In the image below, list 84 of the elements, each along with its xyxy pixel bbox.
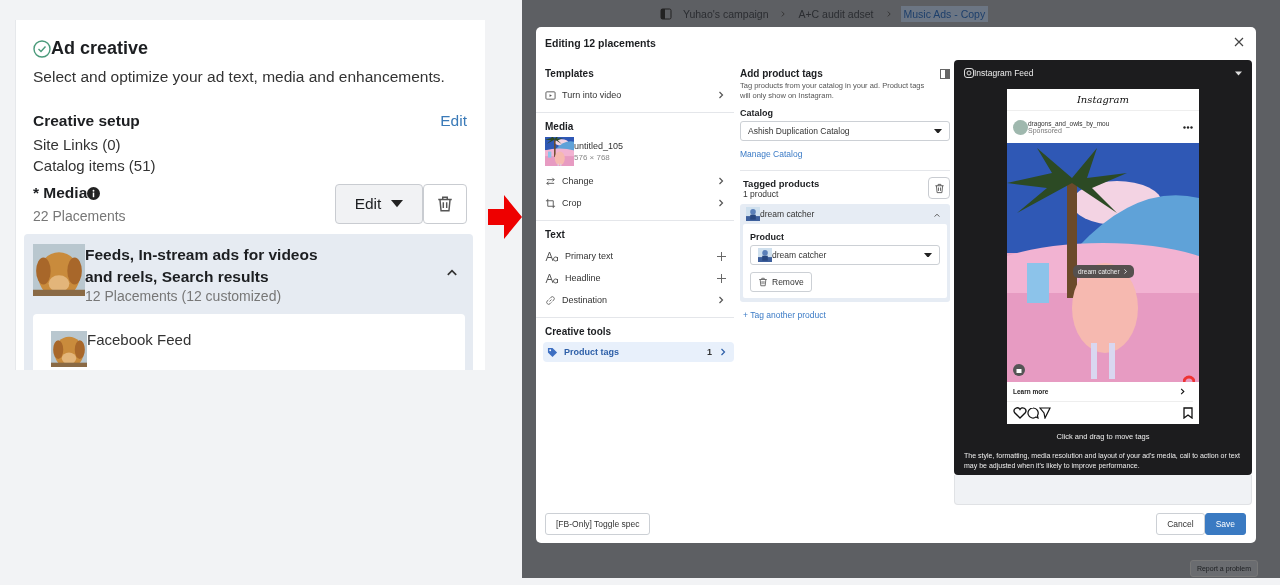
- text-format-icon: [545, 272, 559, 284]
- setup-item: Catalog items (51): [33, 157, 157, 174]
- section-title: Templates: [545, 68, 595, 79]
- group-subtitle: 12 Placements (12 customized): [85, 288, 283, 304]
- menu-item[interactable]: Change: [545, 170, 734, 192]
- section-title: Add product tags: [740, 68, 823, 79]
- manage-catalog-link[interactable]: Manage Catalog: [740, 149, 803, 159]
- file-size: 576 × 768: [574, 153, 611, 162]
- check-circle-icon: [33, 39, 51, 58]
- edit-link[interactable]: Edit: [440, 112, 467, 130]
- chevron-right-icon: [718, 347, 728, 357]
- plus-icon: [717, 273, 726, 283]
- chevron-right-icon: [1178, 387, 1187, 396]
- field-label: Catalog: [740, 108, 774, 118]
- app-logo: Instagram: [1007, 89, 1199, 111]
- crop-icon: [545, 197, 556, 209]
- section-title: Media: [545, 121, 575, 132]
- tag-icon: [547, 346, 558, 358]
- toggle-spec-button[interactable]: [FB-Only] Toggle spec: [545, 513, 651, 535]
- menu-item[interactable]: Crop: [545, 192, 734, 214]
- plus-icon: [717, 251, 726, 261]
- menu-item[interactable]: Headline: [545, 267, 734, 289]
- section-title: Creative tools: [545, 326, 613, 337]
- remove-button[interactable]: Remove: [750, 272, 812, 292]
- card-description: Select and optimize your ad text, media and enhancements.: [33, 68, 446, 86]
- camera-icon: [964, 68, 974, 78]
- info-icon: [87, 186, 101, 200]
- file-name: untitled_105: [574, 141, 624, 151]
- chevron-right-icon: [716, 295, 726, 305]
- more-icon: [1183, 125, 1193, 129]
- group-title: Feeds, In-stream ads for videos and reels, Search results: [85, 245, 319, 287]
- trash-icon: [758, 277, 768, 287]
- comment-icon[interactable]: [1027, 407, 1039, 419]
- caret-down-icon: [924, 252, 932, 258]
- trash-icon: [933, 182, 945, 194]
- modal-title: Editing 12 placements: [545, 37, 656, 49]
- heart-icon[interactable]: [1013, 407, 1027, 419]
- section-title: Tagged products: [743, 177, 820, 189]
- card-title: Ad creative: [51, 38, 149, 59]
- caret-down-icon: [391, 200, 404, 208]
- tag-another-link[interactable]: + Tag another product: [743, 310, 826, 320]
- menu-item[interactable]: Product tags 1: [543, 342, 734, 362]
- chevron-right-icon: [716, 176, 726, 186]
- send-icon[interactable]: [1039, 407, 1051, 419]
- menu-item[interactable]: Destination: [545, 289, 734, 311]
- bookmark-icon[interactable]: [1183, 407, 1193, 419]
- product-count: 1 product: [743, 188, 779, 199]
- delete-button[interactable]: [423, 184, 467, 224]
- chevron-right-icon: [716, 198, 726, 208]
- caret-down-icon: [1235, 70, 1242, 76]
- arrow-icon: [488, 195, 522, 239]
- text-format-icon: [545, 250, 559, 262]
- catalog-select[interactable]: Ashish Duplication Catalog: [740, 121, 950, 141]
- section-title: Text: [545, 229, 566, 240]
- product-select[interactable]: dream catcher: [750, 245, 940, 265]
- sidebar-toggle-icon: [660, 7, 672, 20]
- section-title: Creative setup: [33, 112, 140, 130]
- edit-button[interactable]: Edit: [335, 184, 423, 224]
- swap-icon: [545, 175, 556, 187]
- panel-icon: [940, 68, 950, 79]
- menu-item[interactable]: Turn into video: [545, 84, 734, 106]
- caret-down-icon: [934, 128, 942, 134]
- placements-count: 22 Placements: [33, 208, 126, 224]
- placement-select[interactable]: Instagram Feed: [974, 68, 1034, 78]
- product-name: dream catcher: [760, 209, 816, 219]
- field-label: Product: [750, 232, 785, 242]
- cancel-button[interactable]: Cancel: [1156, 513, 1205, 535]
- delete-button[interactable]: [928, 177, 950, 199]
- chevron-up-icon: [933, 211, 941, 219]
- avatar-icon: [1013, 119, 1028, 135]
- link-icon: [545, 294, 556, 306]
- chevron-right-icon: [1121, 268, 1129, 275]
- video-icon: [545, 89, 556, 101]
- color-ring-icon: [1183, 374, 1195, 382]
- save-button[interactable]: Save: [1204, 513, 1246, 535]
- placement-name: Facebook Feed: [87, 331, 192, 348]
- menu-item[interactable]: Primary text: [545, 245, 734, 267]
- setup-item: Site Links (0): [33, 136, 122, 153]
- media-label: * Media: [33, 184, 88, 202]
- chevron-right-icon: [779, 9, 788, 18]
- trash-icon: [436, 195, 454, 213]
- chevron-right-icon: [716, 90, 726, 100]
- close-icon[interactable]: [1234, 37, 1244, 47]
- count: 1: [707, 347, 712, 357]
